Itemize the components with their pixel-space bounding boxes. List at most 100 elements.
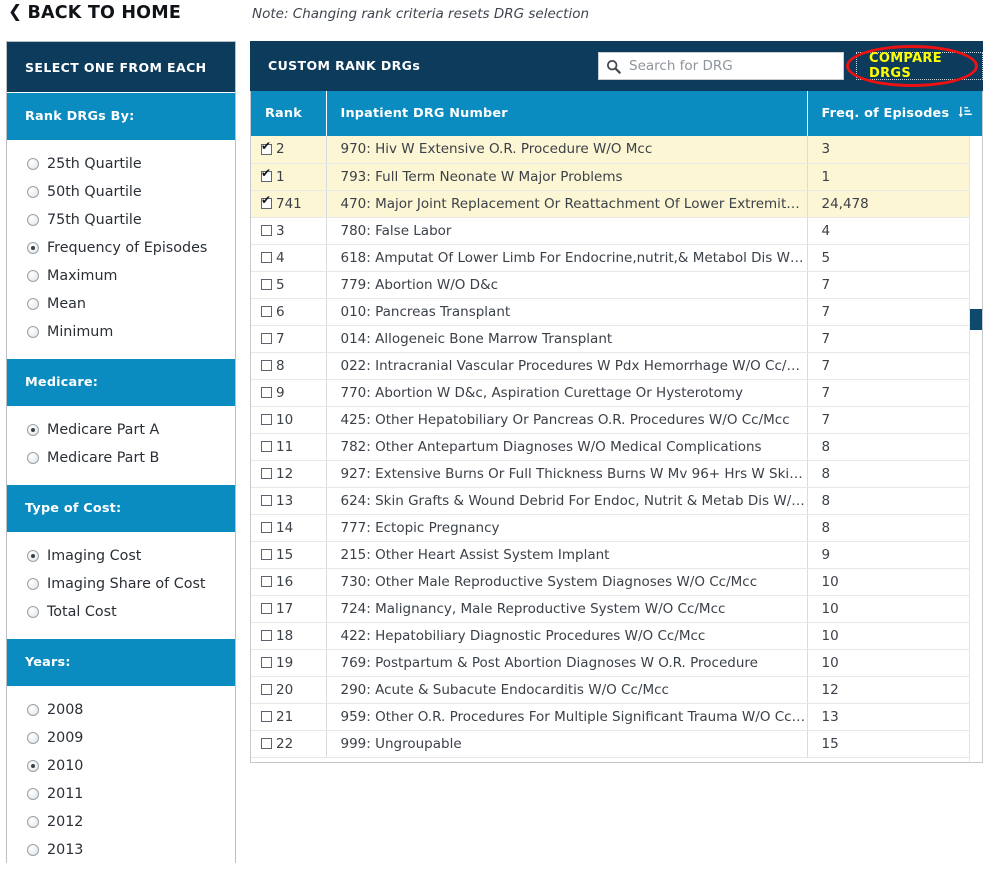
checkbox-unchecked-icon[interactable] [261, 657, 272, 668]
table-row[interactable]: 14 777: Ectopic Pregnancy 8 [251, 514, 982, 542]
cell-rank[interactable]: 9 [251, 379, 327, 407]
cell-rank[interactable]: 8 [251, 352, 327, 380]
checkbox-unchecked-icon[interactable] [261, 549, 272, 560]
back-to-home-link[interactable]: ❮ BACK TO HOME [8, 3, 181, 23]
cell-rank[interactable]: 741 [251, 190, 327, 218]
radio-selected-icon[interactable] [27, 242, 39, 254]
checkbox-unchecked-icon[interactable] [261, 306, 272, 317]
radio-option[interactable]: 25th Quartile [7, 150, 235, 178]
table-row[interactable]: 12 927: Extensive Burns Or Full Thickness… [251, 460, 982, 488]
checkbox-unchecked-icon[interactable] [261, 333, 272, 344]
table-row[interactable]: 8 022: Intracranial Vascular Procedures W… [251, 352, 982, 380]
search-box[interactable] [598, 52, 844, 80]
radio-option[interactable]: Medicare Part B [7, 444, 235, 472]
radio-unselected-icon[interactable] [27, 788, 39, 800]
column-header-drg-number[interactable]: Inpatient DRG Number [326, 91, 808, 136]
table-row[interactable]: 1793: Full Term Neonate W Major Problems… [251, 163, 982, 191]
cell-rank[interactable]: 21 [251, 703, 327, 731]
cell-rank[interactable]: 19 [251, 649, 327, 677]
table-row[interactable]: 13 624: Skin Grafts & Wound Debrid For En… [251, 487, 982, 515]
cell-rank[interactable]: 3 [251, 217, 327, 245]
radio-option[interactable]: 2012 [7, 808, 235, 836]
table-row[interactable]: 2 970: Hiv W Extensive O.R. Procedure W/O… [251, 136, 982, 164]
radio-option[interactable]: 50th Quartile [7, 178, 235, 206]
checkbox-unchecked-icon[interactable] [261, 387, 272, 398]
radio-option[interactable]: Imaging Share of Cost [7, 570, 235, 598]
radio-option[interactable]: 2009 [7, 724, 235, 752]
radio-option[interactable]: 2010 [7, 752, 235, 780]
radio-unselected-icon[interactable] [27, 732, 39, 744]
radio-unselected-icon[interactable] [27, 704, 39, 716]
checkbox-checked-icon[interactable] [261, 140, 272, 155]
radio-selected-icon[interactable] [27, 550, 39, 562]
radio-option[interactable]: Imaging Cost [7, 542, 235, 570]
search-input[interactable] [627, 54, 843, 78]
radio-unselected-icon[interactable] [27, 452, 39, 464]
cell-rank[interactable]: 18 [251, 622, 327, 650]
table-row[interactable]: 16 730: Other Male Reproductive System Di… [251, 568, 982, 596]
table-row[interactable]: 22 999: Ungroupable 15 [251, 730, 982, 758]
table-row[interactable]: 17 724: Malignancy, Male Reproductive Sys… [251, 595, 982, 623]
radio-selected-icon[interactable] [27, 760, 39, 772]
cell-rank[interactable]: 6 [251, 298, 327, 326]
cell-rank[interactable]: 15 [251, 541, 327, 569]
radio-option[interactable]: 2011 [7, 780, 235, 808]
cell-rank[interactable]: 10 [251, 406, 327, 434]
radio-unselected-icon[interactable] [27, 578, 39, 590]
cell-rank[interactable]: 7 [251, 325, 327, 353]
sort-ascending-icon[interactable] [958, 105, 973, 123]
table-scrollbar[interactable] [969, 136, 982, 762]
radio-unselected-icon[interactable] [27, 816, 39, 828]
checkbox-unchecked-icon[interactable] [261, 441, 272, 452]
column-header-rank[interactable]: Rank [251, 91, 327, 136]
cell-rank[interactable]: 17 [251, 595, 327, 623]
checkbox-unchecked-icon[interactable] [261, 495, 272, 506]
radio-unselected-icon[interactable] [27, 844, 39, 856]
table-row[interactable]: 7 014: Allogeneic Bone Marrow Transplant 7 [251, 325, 982, 353]
radio-unselected-icon[interactable] [27, 298, 39, 310]
radio-unselected-icon[interactable] [27, 326, 39, 338]
table-row[interactable]: 3 780: False Labor 4 [251, 217, 982, 245]
cell-rank[interactable]: 12 [251, 460, 327, 488]
radio-unselected-icon[interactable] [27, 270, 39, 282]
cell-rank[interactable]: 4 [251, 244, 327, 272]
radio-option[interactable]: Total Cost [7, 598, 235, 626]
radio-option[interactable]: Maximum [7, 262, 235, 290]
cell-rank[interactable]: 16 [251, 568, 327, 596]
checkbox-unchecked-icon[interactable] [261, 225, 272, 236]
cell-rank[interactable]: 13 [251, 487, 327, 515]
radio-option[interactable]: 2013 [7, 836, 235, 864]
checkbox-unchecked-icon[interactable] [261, 252, 272, 263]
checkbox-unchecked-icon[interactable] [261, 576, 272, 587]
checkbox-unchecked-icon[interactable] [261, 468, 272, 479]
table-row[interactable]: 10 425: Other Hepatobiliary Or Pancreas O… [251, 406, 982, 434]
checkbox-unchecked-icon[interactable] [261, 711, 272, 722]
radio-unselected-icon[interactable] [27, 606, 39, 618]
table-row[interactable]: 18 422: Hepatobiliary Diagnostic Procedur… [251, 622, 982, 650]
cell-rank[interactable]: 2 [251, 136, 327, 164]
radio-unselected-icon[interactable] [27, 186, 39, 198]
radio-option[interactable]: Minimum [7, 318, 235, 346]
table-row[interactable]: 4 618: Amputat Of Lower Limb For Endocrin… [251, 244, 982, 272]
table-row[interactable]: 9 770: Abortion W D&c, Aspiration Curetta… [251, 379, 982, 407]
table-row[interactable]: 20 290: Acute & Subacute Endocarditis W/O… [251, 676, 982, 704]
radio-option[interactable]: 2008 [7, 696, 235, 724]
column-header-freq-of-episodes[interactable]: Freq. of Episodes [807, 91, 982, 136]
checkbox-unchecked-icon[interactable] [261, 414, 272, 425]
table-row[interactable]: 11 782: Other Antepartum Diagnoses W/O Me… [251, 433, 982, 461]
checkbox-unchecked-icon[interactable] [261, 360, 272, 371]
radio-option[interactable]: Frequency of Episodes [7, 234, 235, 262]
radio-selected-icon[interactable] [27, 424, 39, 436]
cell-rank[interactable]: 14 [251, 514, 327, 542]
checkbox-unchecked-icon[interactable] [261, 630, 272, 641]
compare-drgs-button[interactable]: COMPARE DRGS [856, 51, 983, 81]
radio-option[interactable]: Mean [7, 290, 235, 318]
checkbox-unchecked-icon[interactable] [261, 603, 272, 614]
radio-option[interactable]: Average [7, 864, 235, 869]
checkbox-unchecked-icon[interactable] [261, 279, 272, 290]
checkbox-unchecked-icon[interactable] [261, 738, 272, 749]
radio-unselected-icon[interactable] [27, 158, 39, 170]
table-row[interactable]: 741 470: Major Joint Replacement Or Reatt… [251, 190, 982, 218]
radio-unselected-icon[interactable] [27, 214, 39, 226]
cell-rank[interactable]: 20 [251, 676, 327, 704]
